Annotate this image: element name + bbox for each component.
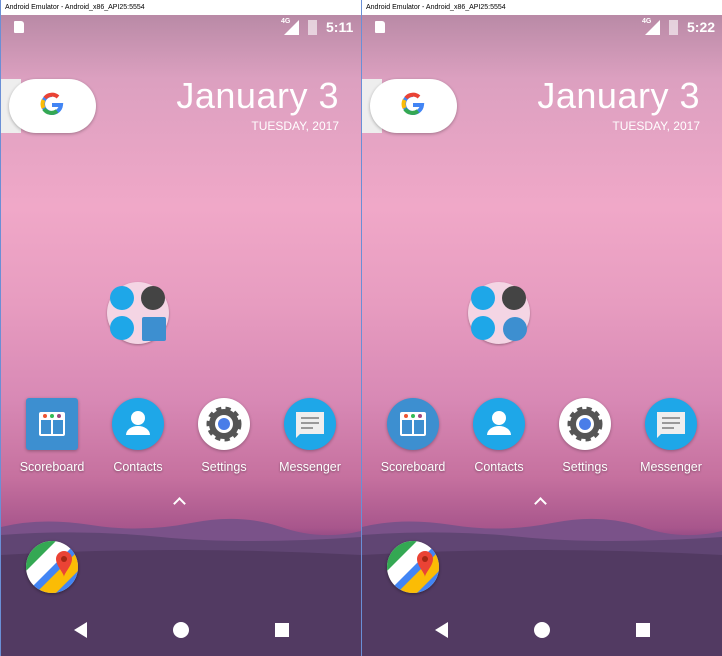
signal-icon	[284, 20, 299, 35]
recents-icon[interactable]	[272, 620, 292, 640]
home-screen: 4G 5:11 January 3 TUESDAY, 2017 Scoreboa…	[1, 15, 361, 656]
battery-icon	[308, 20, 317, 35]
app-label: Scoreboard	[380, 460, 446, 474]
date-widget[interactable]: January 3	[176, 75, 339, 117]
folder-icon[interactable]	[468, 282, 530, 344]
window-title: Android Emulator - Android_x86_API25:555…	[362, 0, 722, 15]
app-label: Scoreboard	[19, 460, 85, 474]
clock: 5:11	[326, 19, 354, 35]
contacts-icon	[110, 286, 134, 310]
download-icon	[141, 286, 165, 310]
messenger-icon	[110, 316, 134, 340]
contacts-icon	[473, 398, 525, 450]
status-bar: 4G 5:22	[362, 15, 722, 40]
folder-icon[interactable]	[107, 282, 169, 344]
home-screen: 4G 5:22 January 3 TUESDAY, 2017 Scoreboa…	[362, 15, 722, 656]
battery-icon	[669, 20, 678, 35]
date-subtitle: TUESDAY, 2017	[251, 119, 339, 133]
contacts-icon	[112, 398, 164, 450]
google-icon	[39, 91, 65, 124]
emulator-window: Android Emulator - Android_x86_API25:555…	[0, 0, 361, 656]
chevron-up-icon[interactable]	[534, 497, 547, 510]
recents-icon[interactable]	[633, 620, 653, 640]
back-icon[interactable]	[71, 620, 91, 640]
app-settings[interactable]: Settings	[545, 398, 625, 474]
scoreboard-icon	[26, 398, 78, 450]
sd-card-icon	[14, 21, 24, 33]
window-title: Android Emulator - Android_x86_API25:555…	[1, 0, 361, 15]
google-icon	[400, 91, 426, 124]
messenger-icon	[284, 398, 336, 450]
app-label: Messenger	[279, 460, 341, 474]
svg-text:G: G	[36, 556, 48, 573]
home-icon[interactable]	[532, 620, 552, 640]
app-scoreboard[interactable]: Scoreboard	[12, 398, 92, 474]
app-label: Messenger	[640, 460, 702, 474]
contacts-icon	[471, 286, 495, 310]
status-bar: 4G 5:11	[1, 15, 361, 40]
scoreboard-icon	[503, 317, 527, 341]
sd-card-icon	[375, 21, 385, 33]
app-label: Contacts	[474, 460, 524, 474]
app-messenger[interactable]: Messenger	[631, 398, 711, 474]
date-widget[interactable]: January 3	[537, 75, 700, 117]
app-label: Settings	[201, 460, 247, 474]
google-search-widget[interactable]	[370, 79, 457, 133]
svg-text:G: G	[397, 556, 409, 573]
maps-icon[interactable]: G	[26, 541, 78, 593]
scoreboard-icon	[387, 398, 439, 450]
clock: 5:22	[687, 19, 716, 35]
messenger-icon	[471, 316, 495, 340]
app-label: Settings	[562, 460, 608, 474]
download-icon	[502, 286, 526, 310]
app-settings[interactable]: Settings	[184, 398, 264, 474]
settings-icon	[559, 398, 611, 450]
app-messenger[interactable]: Messenger	[270, 398, 350, 474]
app-contacts[interactable]: Contacts	[98, 398, 178, 474]
chevron-up-icon[interactable]	[173, 497, 186, 510]
app-scoreboard[interactable]: Scoreboard	[373, 398, 453, 474]
settings-icon	[198, 398, 250, 450]
app-contacts[interactable]: Contacts	[459, 398, 539, 474]
scoreboard-icon	[142, 317, 166, 341]
back-icon[interactable]	[432, 620, 452, 640]
maps-icon[interactable]: G	[387, 541, 439, 593]
google-search-widget[interactable]	[9, 79, 96, 133]
messenger-icon	[645, 398, 697, 450]
home-icon[interactable]	[171, 620, 191, 640]
app-label: Contacts	[113, 460, 163, 474]
signal-icon	[645, 20, 660, 35]
date-subtitle: TUESDAY, 2017	[612, 119, 700, 133]
emulator-window: Android Emulator - Android_x86_API25:555…	[361, 0, 722, 656]
